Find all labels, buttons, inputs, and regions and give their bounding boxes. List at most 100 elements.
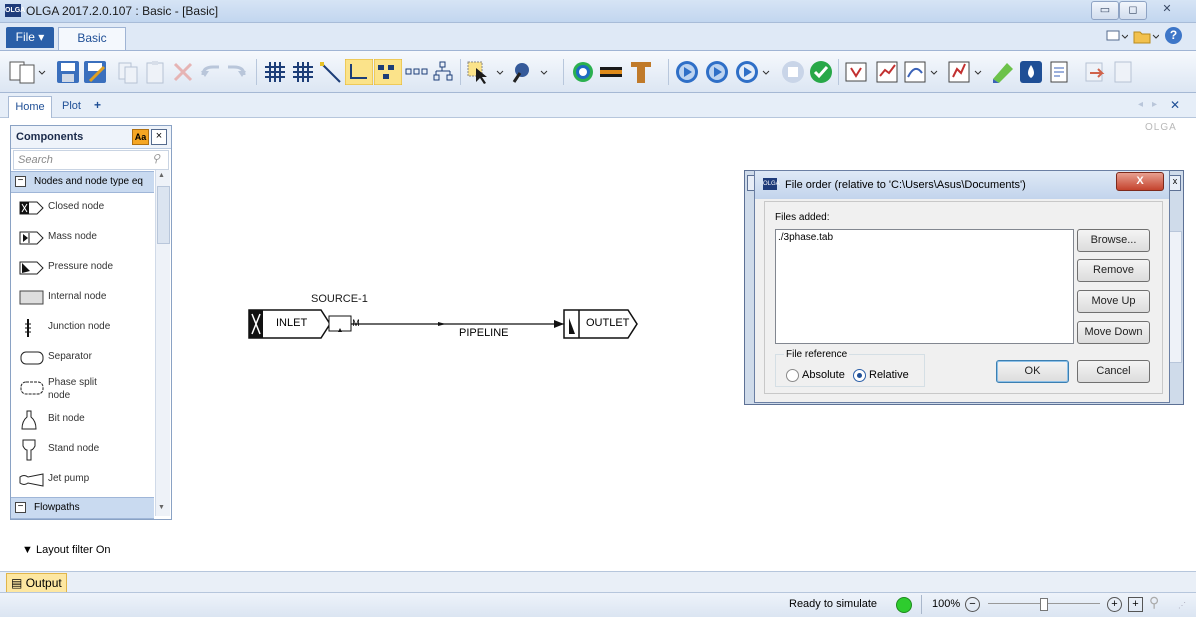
pipe-component-icon[interactable] [598, 59, 624, 85]
export-icon[interactable] [1082, 59, 1108, 85]
tab-home[interactable]: Home [8, 96, 52, 118]
grid-icon[interactable] [262, 59, 288, 85]
maximize-button[interactable]: ◻ [1119, 1, 1147, 20]
canvas-watermark: OLGA [1145, 122, 1177, 133]
new-case-icon[interactable] [8, 59, 48, 85]
browse-button[interactable]: Browse... [1077, 229, 1150, 252]
run-batch-icon[interactable] [704, 59, 730, 85]
folder-menu-icon[interactable] [1133, 28, 1160, 44]
resize-grip-icon[interactable]: ⋰ [1178, 601, 1186, 610]
components-panel: Components Aa × Search ⚲ − Nodes and nod… [10, 125, 172, 520]
output-tab[interactable]: ▤ Output [6, 573, 67, 593]
scroll-down-icon[interactable]: ▼ [158, 504, 165, 511]
orthogonal-connector-icon[interactable] [345, 59, 373, 85]
valve-component-icon[interactable] [628, 59, 658, 85]
fit-to-window-icon[interactable]: + [1128, 597, 1143, 612]
dialog-title-bar: OLGA File order (relative to 'C:\Users\A… [755, 171, 1169, 199]
ok-button[interactable]: OK [996, 360, 1069, 383]
tools-icon[interactable] [510, 59, 550, 85]
auto-layout-icon[interactable] [374, 59, 402, 85]
verify-icon[interactable] [808, 59, 834, 85]
files-list[interactable]: ./3phase.tab [775, 229, 1074, 344]
close-panel-button[interactable]: × [151, 129, 167, 145]
component-separator[interactable]: Separator [17, 344, 157, 372]
collapse-icon[interactable]: − [15, 176, 26, 187]
component-ring-icon[interactable] [570, 59, 596, 85]
catalog-icon[interactable] [843, 59, 869, 85]
component-mass-node[interactable]: Mass node [17, 224, 157, 252]
status-text: Ready to simulate [789, 598, 878, 610]
close-tab-icon[interactable]: ✕ [1170, 98, 1180, 112]
help-icon[interactable]: ? [1165, 27, 1182, 44]
components-scrollbar[interactable]: ▲ ▼ [155, 170, 170, 516]
undo-icon[interactable] [197, 59, 223, 85]
scroll-thumb[interactable] [157, 186, 170, 244]
trend-plot-icon[interactable] [874, 59, 900, 85]
grid-snap-icon[interactable] [290, 59, 316, 85]
cancel-button[interactable]: Cancel [1077, 360, 1150, 383]
zoom-out-button[interactable]: − [965, 597, 980, 612]
select-tool-icon[interactable] [466, 59, 506, 85]
tab-scroll-right-icon[interactable]: ▸ [1152, 99, 1157, 110]
tab-plot[interactable]: Plot [62, 100, 81, 112]
move-down-button[interactable]: Move Down [1077, 321, 1150, 344]
font-size-toggle-button[interactable]: Aa [132, 129, 149, 145]
relative-radio[interactable] [853, 369, 866, 382]
component-internal-node[interactable]: Internal node [17, 284, 157, 312]
run-icon[interactable] [674, 59, 700, 85]
file-menu-button[interactable]: File ▾ [6, 27, 54, 48]
run-options-icon[interactable] [734, 59, 774, 85]
zoom-slider-thumb[interactable] [1040, 598, 1048, 611]
magnifier-icon[interactable]: ⚲ [1149, 594, 1159, 611]
horizontal-layout-icon[interactable] [403, 59, 429, 85]
dialog-close-button[interactable]: X [1116, 172, 1164, 191]
zoom-in-button[interactable]: + [1107, 597, 1122, 612]
scroll-up-icon[interactable]: ▲ [158, 172, 165, 179]
document-tab-bar: Home Plot + ◂ ▸ ✕ [0, 93, 1196, 118]
tab-basic[interactable]: Basic [58, 27, 126, 50]
add-tab-button[interactable]: + [94, 98, 101, 112]
delete-icon[interactable] [170, 59, 196, 85]
search-icon: ⚲ [152, 153, 161, 165]
remove-button[interactable]: Remove [1077, 259, 1150, 282]
fluid-icon[interactable] [1018, 59, 1044, 85]
file-reference-label: File reference [784, 349, 850, 360]
document-icon[interactable] [1110, 59, 1136, 85]
component-pressure-node[interactable]: Pressure node [17, 254, 157, 282]
color-palette-icon[interactable] [990, 59, 1016, 85]
minimize-button[interactable]: ▭ [1091, 1, 1119, 20]
copy-icon[interactable] [116, 59, 142, 85]
file-list-item[interactable]: ./3phase.tab [778, 232, 833, 243]
report-icon[interactable] [1046, 59, 1072, 85]
component-phase-split-node[interactable]: Phase split node [17, 374, 157, 402]
group-flowpaths-header[interactable]: − Flowpaths [11, 497, 154, 519]
straight-connector-icon[interactable] [318, 59, 344, 85]
tree-layout-icon[interactable] [430, 59, 456, 85]
stop-icon[interactable] [780, 59, 806, 85]
layout-options-icon[interactable] [1106, 29, 1129, 43]
save-as-icon[interactable] [82, 59, 108, 85]
collapse-icon[interactable]: − [15, 502, 26, 513]
component-search-input[interactable]: Search ⚲ [13, 150, 169, 170]
separator-icon [20, 351, 44, 365]
layout-filter-toggle[interactable]: ▼ Layout filter On [22, 544, 111, 556]
inlet-label: INLET [276, 317, 308, 329]
absolute-radio[interactable] [786, 369, 799, 382]
chart-options-icon[interactable] [946, 59, 986, 85]
file-order-dialog: OLGA File order (relative to 'C:\Users\A… [754, 170, 1170, 403]
component-junction-node[interactable]: Junction node [17, 314, 157, 342]
save-icon[interactable] [55, 59, 81, 85]
component-closed-node[interactable]: Closed node [17, 194, 157, 222]
component-jet-pump[interactable]: Jet pump [17, 466, 157, 494]
component-label: Phase split node [48, 377, 97, 401]
component-stand-node[interactable]: Stand node [17, 436, 157, 464]
close-window-button[interactable]: ✕ [1147, 1, 1187, 18]
redo-icon[interactable] [224, 59, 250, 85]
dialog-app-icon: OLGA [763, 178, 780, 190]
tab-scroll-left-icon[interactable]: ◂ [1138, 99, 1143, 110]
move-up-button[interactable]: Move Up [1077, 290, 1150, 313]
component-bit-node[interactable]: Bit node [17, 406, 157, 434]
group-nodes-header[interactable]: − Nodes and node type eq [11, 171, 154, 193]
profile-plot-icon[interactable] [902, 59, 942, 85]
paste-icon[interactable] [143, 59, 169, 85]
